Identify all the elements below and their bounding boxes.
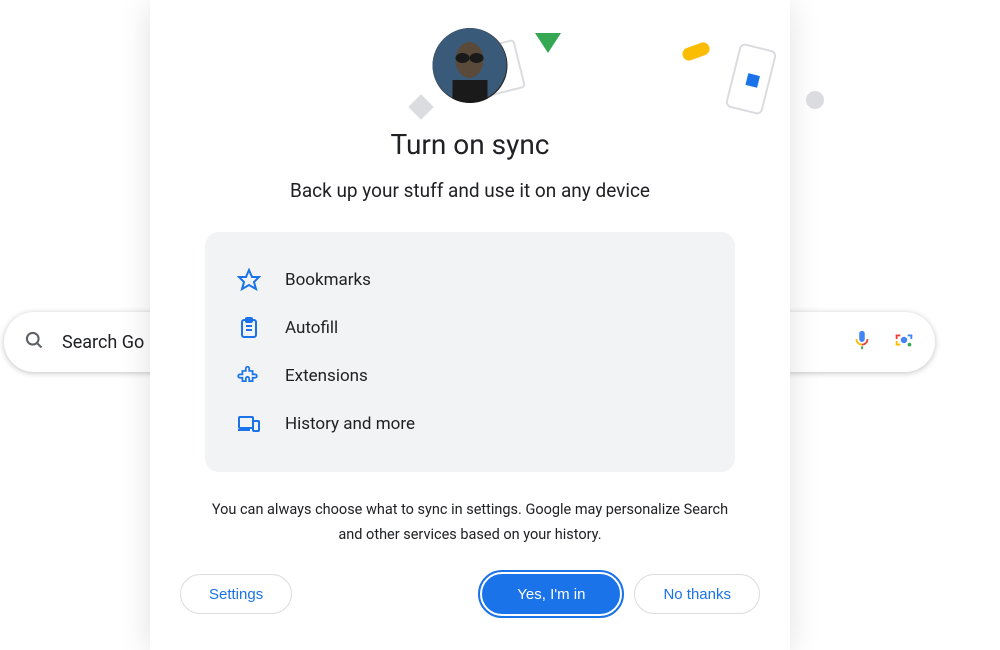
feature-history: History and more xyxy=(237,400,703,448)
settings-button[interactable]: Settings xyxy=(180,574,292,614)
feature-label: Autofill xyxy=(285,318,338,338)
feature-bookmarks: Bookmarks xyxy=(237,256,703,304)
star-icon xyxy=(237,268,261,292)
sync-modal: Turn on sync Back up your stuff and use … xyxy=(150,0,790,650)
feature-label: History and more xyxy=(285,414,415,434)
disclaimer-text: You can always choose what to sync in se… xyxy=(205,498,735,547)
button-row: Settings Yes, I'm in No thanks xyxy=(150,574,790,614)
devices-icon xyxy=(237,412,261,436)
features-card: Bookmarks Autofill Extensions xyxy=(205,232,735,472)
decoration-circle xyxy=(806,91,824,109)
feature-autofill: Autofill xyxy=(237,304,703,352)
decoration-phone xyxy=(725,42,778,115)
puzzle-icon xyxy=(237,364,261,388)
confirm-button[interactable]: Yes, I'm in xyxy=(482,574,620,614)
decoration-diamond xyxy=(408,94,433,119)
decoration-pill xyxy=(681,41,712,63)
decoration-triangle xyxy=(535,33,561,53)
feature-extensions: Extensions xyxy=(237,352,703,400)
modal-title: Turn on sync xyxy=(391,128,550,161)
modal-subtitle: Back up your stuff and use it on any dev… xyxy=(290,179,650,202)
feature-label: Extensions xyxy=(285,366,368,386)
avatar xyxy=(433,28,508,103)
search-icon xyxy=(24,330,44,354)
feature-label: Bookmarks xyxy=(285,270,371,290)
clipboard-icon xyxy=(237,316,261,340)
lens-icon[interactable] xyxy=(893,329,915,355)
hero-illustration xyxy=(150,8,790,123)
decline-button[interactable]: No thanks xyxy=(634,574,760,614)
mic-icon[interactable] xyxy=(851,329,873,355)
